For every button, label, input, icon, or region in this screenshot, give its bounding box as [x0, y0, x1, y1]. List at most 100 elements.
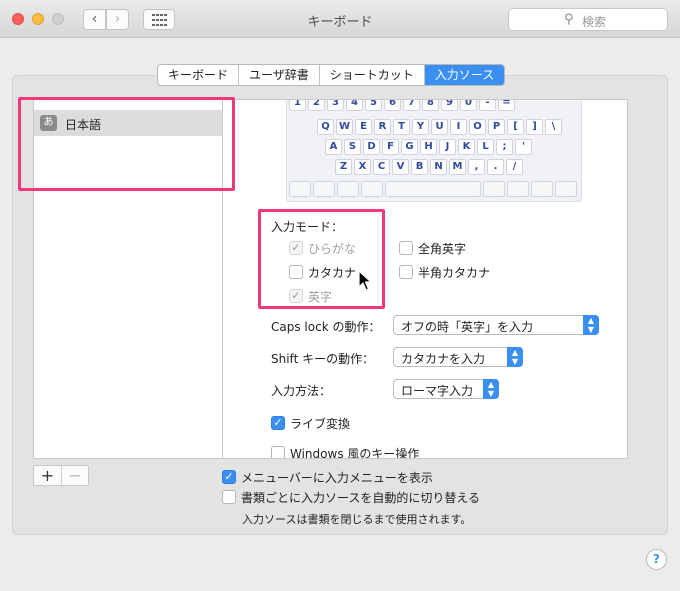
- caps-lock-popup[interactable]: オフの時「英字」を入力 ▲ ▼: [393, 315, 599, 335]
- key-3-5: N: [430, 159, 447, 175]
- key-1-1: W: [336, 119, 353, 135]
- key-1-10: [: [507, 119, 524, 135]
- input-method-value: ローマ字入力: [401, 384, 474, 398]
- input-method-label: 入力方法：: [271, 384, 332, 398]
- key-3-7: ,: [468, 159, 485, 175]
- label-windows-keys: Windows 風のキー操作: [290, 447, 420, 459]
- key-2-7: K: [458, 139, 475, 155]
- checkbox-hankaku-katakana[interactable]: [399, 265, 413, 279]
- key-1-7: I: [450, 119, 467, 135]
- key-bottom-5: [483, 181, 505, 197]
- tab-user-dictionary[interactable]: ユーザ辞書: [239, 65, 320, 85]
- key-3-3: V: [392, 159, 409, 175]
- key-3-9: /: [506, 159, 523, 175]
- auto-switch-note: 入力ソースは書類を閉じるまで使用されます。: [242, 513, 472, 526]
- key-1-5: Y: [412, 119, 429, 135]
- checkbox-eiji: ✓: [289, 289, 303, 303]
- add-source-button[interactable]: +: [34, 466, 61, 485]
- key-0-8: 9: [441, 100, 458, 111]
- input-method-popup[interactable]: ローマ字入力 ▲ ▼: [393, 379, 499, 399]
- key-0-10: -: [479, 100, 496, 111]
- key-3-6: M: [449, 159, 466, 175]
- label-hiragana: ひらがな: [308, 242, 357, 256]
- input-source-list[interactable]: あ 日本語: [33, 99, 223, 459]
- key-1-4: T: [393, 119, 410, 135]
- key-0-2: 3: [327, 100, 344, 111]
- key-bottom-1: [313, 181, 335, 197]
- title-bar: ‹ › キーボード ⚲ 検索: [0, 0, 680, 38]
- label-eiji: 英字: [308, 290, 333, 304]
- key-0-7: 8: [422, 100, 439, 111]
- key-1-3: R: [374, 119, 391, 135]
- checkbox-katakana[interactable]: [289, 265, 303, 279]
- shift-label: Shift キーの動作：: [271, 352, 375, 366]
- key-1-2: E: [355, 119, 372, 135]
- settings-pane: 1 2 3 4 5 6 7 8 9 0- = Q W E R T Y U I O P[] \ A S D F G H J K L; ' Z X C V…: [222, 99, 628, 459]
- tab-shortcuts[interactable]: ショートカット: [320, 65, 425, 85]
- key-2-1: S: [344, 139, 361, 155]
- key-bottom-0: [289, 181, 311, 197]
- key-bottom-6: [507, 181, 529, 197]
- key-0-6: 7: [403, 100, 420, 111]
- key-2-9: ;: [496, 139, 513, 155]
- hiragana-a-icon: あ: [40, 115, 57, 131]
- keyboard-viewer: 1 2 3 4 5 6 7 8 9 0- = Q W E R T Y U I O P[] \ A S D F G H J K L; ' Z X C V…: [286, 100, 582, 202]
- label-hankaku-katakana: 半角カタカナ: [418, 266, 491, 280]
- label-katakana: カタカナ: [308, 266, 357, 280]
- key-bottom-8: [555, 181, 577, 197]
- tab-keyboard[interactable]: キーボード: [158, 65, 240, 85]
- key-bottom-3: [361, 181, 383, 197]
- label-live-conversion: ライブ変換: [290, 417, 351, 431]
- key-2-5: H: [420, 139, 437, 155]
- shift-popup[interactable]: カタカナを入力 ▲ ▼: [393, 347, 523, 367]
- tab-bar: キーボード ユーザ辞書 ショートカット 入力ソース: [157, 64, 506, 86]
- key-0-4: 5: [365, 100, 382, 111]
- remove-source-button[interactable]: −: [61, 466, 88, 485]
- updown-arrows-icon: ▲ ▼: [483, 379, 499, 399]
- key-2-8: L: [477, 139, 494, 155]
- caps-lock-label: Caps lock の動作：: [271, 320, 381, 334]
- help-button[interactable]: ?: [646, 549, 667, 570]
- key-2-3: F: [382, 139, 399, 155]
- source-label: 日本語: [65, 118, 102, 132]
- key-0-5: 6: [384, 100, 401, 111]
- tab-input-sources[interactable]: 入力ソース: [424, 65, 505, 85]
- key-bottom-2: [337, 181, 359, 197]
- key-3-8: .: [487, 159, 504, 175]
- key-bottom-7: [531, 181, 553, 197]
- search-field[interactable]: ⚲ 検索: [508, 8, 668, 31]
- updown-arrows-icon: ▲ ▼: [583, 315, 599, 335]
- key-1-9: P: [488, 119, 505, 135]
- key-3-0: Z: [335, 159, 352, 175]
- key-2-4: G: [401, 139, 418, 155]
- checkbox-windows-keys[interactable]: [271, 446, 285, 458]
- shift-value: カタカナを入力: [401, 352, 486, 366]
- label-auto-switch: 書類ごとに入力ソースを自動的に切り替える: [241, 491, 481, 505]
- key-3-1: X: [354, 159, 371, 175]
- key-2-2: D: [363, 139, 380, 155]
- label-show-input-menu: メニューバーに入力メニューを表示: [241, 471, 433, 485]
- key-1-6: U: [431, 119, 448, 135]
- key-1-12: \: [545, 119, 562, 135]
- key-1-8: O: [469, 119, 486, 135]
- checkbox-hiragana: ✓: [289, 241, 303, 255]
- key-2-10: ': [515, 139, 532, 155]
- key-1-0: Q: [317, 119, 334, 135]
- key-3-2: C: [373, 159, 390, 175]
- key-2-6: J: [439, 139, 456, 155]
- key-3-4: B: [411, 159, 428, 175]
- checkbox-zenkaku-eiji[interactable]: [399, 241, 413, 255]
- input-mode-heading: 入力モード：: [271, 220, 344, 234]
- label-zenkaku-eiji: 全角英字: [418, 242, 467, 256]
- checkbox-live-conversion[interactable]: ✓: [271, 416, 285, 430]
- checkbox-show-input-menu[interactable]: ✓: [222, 470, 236, 484]
- checkbox-auto-switch[interactable]: [222, 490, 236, 504]
- key-0-9: 0: [460, 100, 477, 111]
- key-0-1: 2: [308, 100, 325, 111]
- search-icon: ⚲: [564, 12, 574, 27]
- key-0-0: 1: [289, 100, 306, 111]
- key-0-3: 4: [346, 100, 363, 111]
- search-placeholder: 検索: [582, 15, 607, 29]
- key-2-0: A: [325, 139, 342, 155]
- list-item-japanese[interactable]: あ 日本語: [34, 110, 222, 136]
